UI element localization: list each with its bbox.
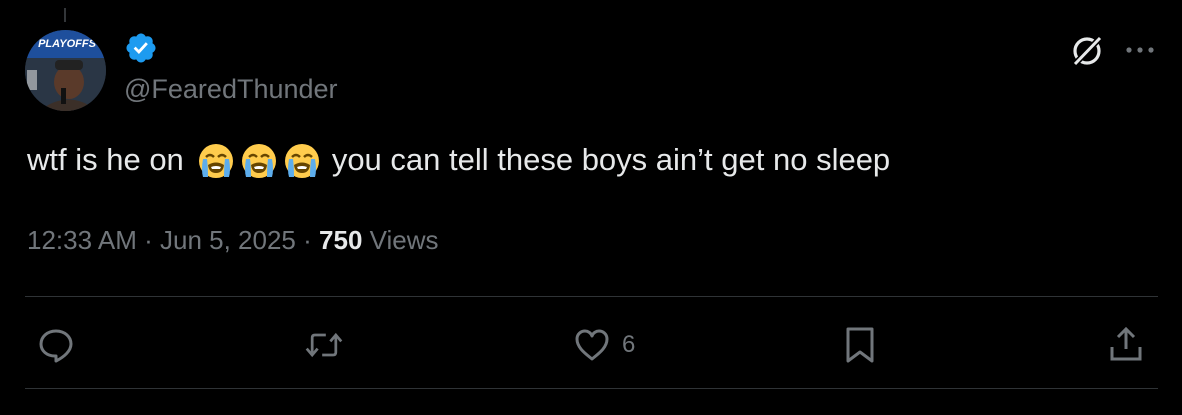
user-handle[interactable]: @FearedThunder: [124, 74, 338, 105]
loudly-crying-face-icon: [284, 144, 319, 178]
tweet-meta: 12:33 AM · Jun 5, 2025 · 750 Views: [27, 225, 439, 256]
reply-icon: [39, 329, 73, 363]
tweet-time[interactable]: 12:33 AM: [27, 225, 137, 255]
loudly-crying-face-icon: [241, 144, 276, 178]
divider-bottom: [25, 388, 1158, 389]
repost-button[interactable]: [304, 323, 354, 367]
meta-separator: ·: [144, 225, 153, 255]
avatar-playoffs-text: PLAYOFFS: [38, 38, 97, 50]
views-label: Views: [369, 225, 439, 255]
heart-icon: [575, 329, 609, 361]
more-options-icon[interactable]: [1124, 40, 1156, 60]
views-count: 750: [319, 225, 363, 255]
meta-separator: ·: [303, 225, 312, 255]
tweet-text-before: wtf is he on: [27, 142, 184, 177]
avatar[interactable]: PLAYOFFS: [25, 30, 106, 111]
loudly-crying-face-icon: [198, 144, 233, 178]
share-button[interactable]: [1106, 323, 1146, 367]
repost-icon: [305, 332, 343, 358]
bookmark-button[interactable]: [840, 323, 890, 367]
reply-button[interactable]: [36, 323, 86, 367]
tweet-date[interactable]: Jun 5, 2025: [160, 225, 296, 255]
divider-top: [25, 296, 1158, 297]
thread-connector-line: [64, 8, 66, 22]
grok-icon[interactable]: [1068, 32, 1106, 70]
avatar-image: PLAYOFFS: [25, 30, 106, 111]
like-button[interactable]: 6: [572, 323, 635, 367]
like-count: 6: [622, 331, 636, 358]
tweet-text-after: you can tell these boys ain’t get no sle…: [331, 142, 891, 177]
emoji-group: [196, 140, 322, 180]
tweet-text: wtf is he on you can tell these boys ain…: [27, 140, 890, 180]
share-icon: [1110, 326, 1142, 361]
verified-badge-icon: [126, 33, 156, 63]
bookmark-icon: [846, 327, 874, 363]
